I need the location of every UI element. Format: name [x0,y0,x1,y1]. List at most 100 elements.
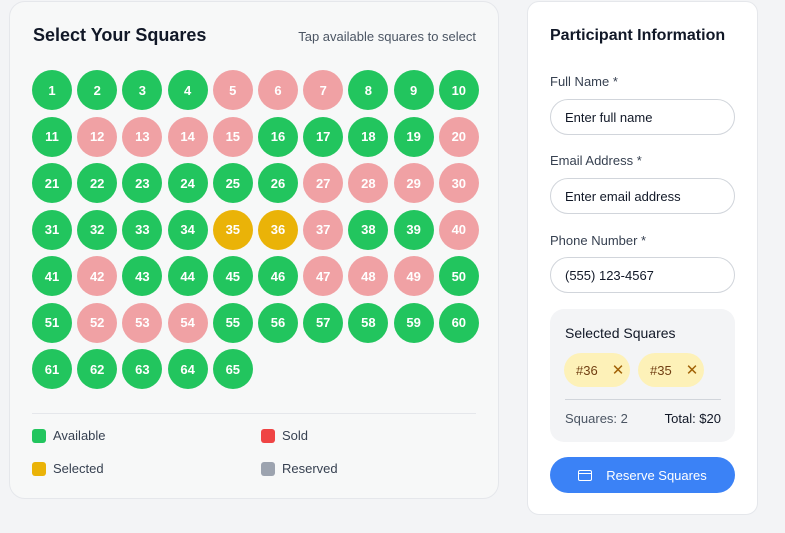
square-48[interactable]: 48 [348,256,389,296]
square-43[interactable]: 43 [122,256,163,296]
credit-card-icon [578,469,593,481]
square-30[interactable]: 30 [438,163,479,203]
square-19[interactable]: 19 [393,116,434,157]
legend-divider [32,413,476,414]
square-28[interactable]: 28 [348,163,389,203]
square-58[interactable]: 58 [348,302,389,343]
full-name-label: Full Name * [550,74,618,89]
square-36[interactable]: 36 [258,209,298,250]
square-16[interactable]: 16 [258,116,298,157]
square-49[interactable]: 49 [393,256,434,296]
square-42[interactable]: 42 [77,256,118,296]
square-54[interactable]: 54 [167,302,208,343]
square-55[interactable]: 55 [212,302,253,343]
legend-selected: Selected [32,461,104,476]
legend-label-sold: Sold [282,428,309,443]
chip-label: #35 [650,362,672,378]
reserve-button-label: Reserve Squares [606,467,707,483]
legend-swatch-selected [32,461,46,476]
legend-swatch-available [32,428,46,443]
square-38[interactable]: 38 [348,209,389,250]
squares-title: Select Your Squares [33,25,207,45]
email-input[interactable] [550,178,735,214]
chip-label: #36 [576,362,598,378]
square-39[interactable]: 39 [393,209,434,250]
close-icon[interactable]: ✕ [612,363,625,378]
square-61[interactable]: 61 [32,349,72,389]
participant-title: Participant Information [550,27,726,44]
square-5[interactable]: 5 [212,70,253,110]
square-21[interactable]: 21 [32,163,72,203]
square-17[interactable]: 17 [303,116,344,157]
square-59[interactable]: 59 [393,302,434,343]
square-9[interactable]: 9 [393,70,434,110]
square-44[interactable]: 44 [167,256,208,296]
squares-hint: Tap available squares to select [298,29,476,44]
square-41[interactable]: 41 [32,256,72,296]
email-label: Email Address * [550,153,642,168]
square-13[interactable]: 13 [122,116,163,157]
reserve-squares-button[interactable]: Reserve Squares [550,457,735,493]
square-57[interactable]: 57 [303,302,344,343]
square-32[interactable]: 32 [77,209,118,250]
square-24[interactable]: 24 [167,163,208,203]
square-10[interactable]: 10 [438,70,479,110]
selected-squares-title: Selected Squares [565,325,676,341]
legend-swatch-sold [261,428,275,443]
square-2[interactable]: 2 [77,70,118,110]
square-11[interactable]: 11 [32,116,72,157]
square-62[interactable]: 62 [77,349,118,389]
square-35[interactable]: 35 [212,209,253,250]
square-52[interactable]: 52 [77,302,118,343]
legend-label-reserved: Reserved [282,461,338,476]
phone-label: Phone Number * [550,233,647,248]
close-icon[interactable]: ✕ [686,363,699,378]
square-51[interactable]: 51 [32,302,72,343]
legend-label-available: Available [53,428,106,443]
square-47[interactable]: 47 [303,256,344,296]
square-60[interactable]: 60 [438,302,479,343]
square-22[interactable]: 22 [77,163,118,203]
square-18[interactable]: 18 [348,116,389,157]
square-6[interactable]: 6 [258,70,298,110]
square-23[interactable]: 23 [122,163,163,203]
square-15[interactable]: 15 [212,116,253,157]
square-4[interactable]: 4 [167,70,208,110]
phone-input[interactable] [550,257,735,293]
full-name-input[interactable] [550,99,735,135]
square-1[interactable]: 1 [32,70,72,110]
square-33[interactable]: 33 [122,209,163,250]
selected-squares-box: Selected Squares #36 ✕ #35 ✕ Squares: 2 … [550,309,735,442]
selected-chip: #35 ✕ [638,353,704,387]
square-63[interactable]: 63 [122,349,163,389]
square-29[interactable]: 29 [393,163,434,203]
square-50[interactable]: 50 [438,256,479,296]
square-46[interactable]: 46 [258,256,298,296]
legend-sold: Sold [261,428,308,443]
total-amount: Total: $20 [664,411,721,426]
square-34[interactable]: 34 [167,209,208,250]
square-56[interactable]: 56 [258,302,298,343]
square-20[interactable]: 20 [438,116,479,157]
legend-label-selected: Selected [53,461,104,476]
square-53[interactable]: 53 [122,302,163,343]
squares-panel: Select Your Squares Tap available square… [9,1,499,499]
square-27[interactable]: 27 [303,163,344,203]
square-25[interactable]: 25 [212,163,253,203]
square-64[interactable]: 64 [167,349,208,389]
legend-available: Available [32,428,106,443]
square-31[interactable]: 31 [32,209,72,250]
square-26[interactable]: 26 [258,163,298,203]
square-37[interactable]: 37 [303,209,344,250]
square-7[interactable]: 7 [303,70,344,110]
square-8[interactable]: 8 [348,70,389,110]
legend-swatch-reserved [261,461,275,476]
square-14[interactable]: 14 [167,116,208,157]
square-65[interactable]: 65 [212,349,253,389]
square-40[interactable]: 40 [438,209,479,250]
square-45[interactable]: 45 [212,256,253,296]
selected-chip: #36 ✕ [564,353,630,387]
square-3[interactable]: 3 [122,70,163,110]
participant-panel: Participant Information Full Name * Emai… [527,1,758,515]
square-12[interactable]: 12 [77,116,118,157]
